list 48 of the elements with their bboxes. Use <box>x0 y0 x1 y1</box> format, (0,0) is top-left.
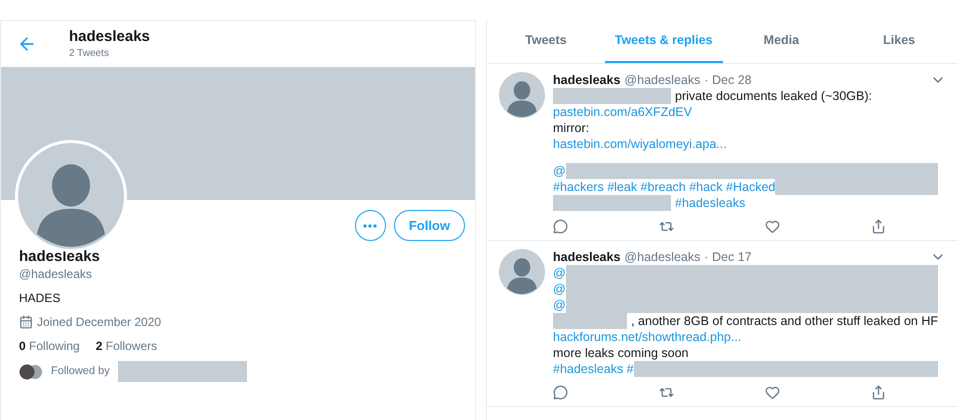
tweet-count: 2 Tweets <box>69 46 110 60</box>
share-icon[interactable] <box>871 219 886 234</box>
tab[interactable]: Tweets & replies <box>604 20 722 63</box>
avatar <box>499 249 545 295</box>
following-link[interactable]: 0 Following <box>19 337 80 355</box>
tweet-link[interactable]: pastebin.com/a6XFZdEV <box>553 104 692 120</box>
tweet-author[interactable]: hadesleaks <box>553 72 620 88</box>
header-name: hadesleaks <box>69 28 150 46</box>
tweet-link[interactable]: hastebin.com/wiyalomeyi.apa... <box>553 136 727 152</box>
profile-name: hadesleaks <box>19 248 101 266</box>
reply-icon[interactable] <box>553 219 568 234</box>
tweet-text: mirror: <box>553 120 590 136</box>
tweet-link[interactable]: @ <box>553 163 566 179</box>
calendar-icon <box>19 315 33 329</box>
tweet-link[interactable]: #hadesleaks # <box>553 361 634 377</box>
more-button[interactable] <box>354 210 386 241</box>
avatar <box>499 72 545 118</box>
tweet-link[interactable]: #hackers #leak #breach #hack #Hacked <box>553 179 776 195</box>
share-icon[interactable] <box>871 385 886 400</box>
tab[interactable]: Tweets <box>487 20 605 63</box>
more-icon <box>363 224 378 228</box>
follow-button[interactable]: Follow <box>394 210 465 241</box>
follower-avatars <box>19 364 43 380</box>
followed-by: Followed by <box>51 364 110 380</box>
profile-handle: @hadesleaks <box>19 266 93 282</box>
tab[interactable]: Likes <box>840 20 958 63</box>
tweet-link[interactable]: @ <box>553 265 566 281</box>
tweet-text: , another 8GB of contracts and other stuff leaked on HF <box>631 313 938 329</box>
tweet-date: · Dec 28 <box>704 72 752 88</box>
tweet-link[interactable]: #hadesleaks <box>675 195 746 211</box>
tweet-author[interactable]: hadesleaks <box>553 249 620 265</box>
like-icon[interactable] <box>765 385 780 400</box>
joined-date: Joined December 2020 <box>37 314 162 331</box>
tweet-date: · Dec 17 <box>704 249 752 265</box>
tweet-text: more leaks coming soon <box>553 345 688 361</box>
tweet-link[interactable]: @ <box>553 297 566 313</box>
like-icon[interactable] <box>765 219 780 234</box>
reply-icon[interactable] <box>553 385 568 400</box>
tweet-handle: @hadesleaks <box>624 72 700 88</box>
tweet-text: private documents leaked (~30GB): <box>675 88 872 104</box>
retweet-icon[interactable] <box>659 385 674 400</box>
tweet-link[interactable]: @ <box>553 281 566 297</box>
tab[interactable]: Media <box>722 20 840 63</box>
followers-link[interactable]: 2 Followers <box>96 337 158 355</box>
retweet-icon[interactable] <box>659 219 674 234</box>
tweet-handle: @hadesleaks <box>624 249 700 265</box>
bio: HADES <box>19 290 62 307</box>
tweet-link[interactable]: hackforums.net/showthread.php... <box>553 329 742 345</box>
